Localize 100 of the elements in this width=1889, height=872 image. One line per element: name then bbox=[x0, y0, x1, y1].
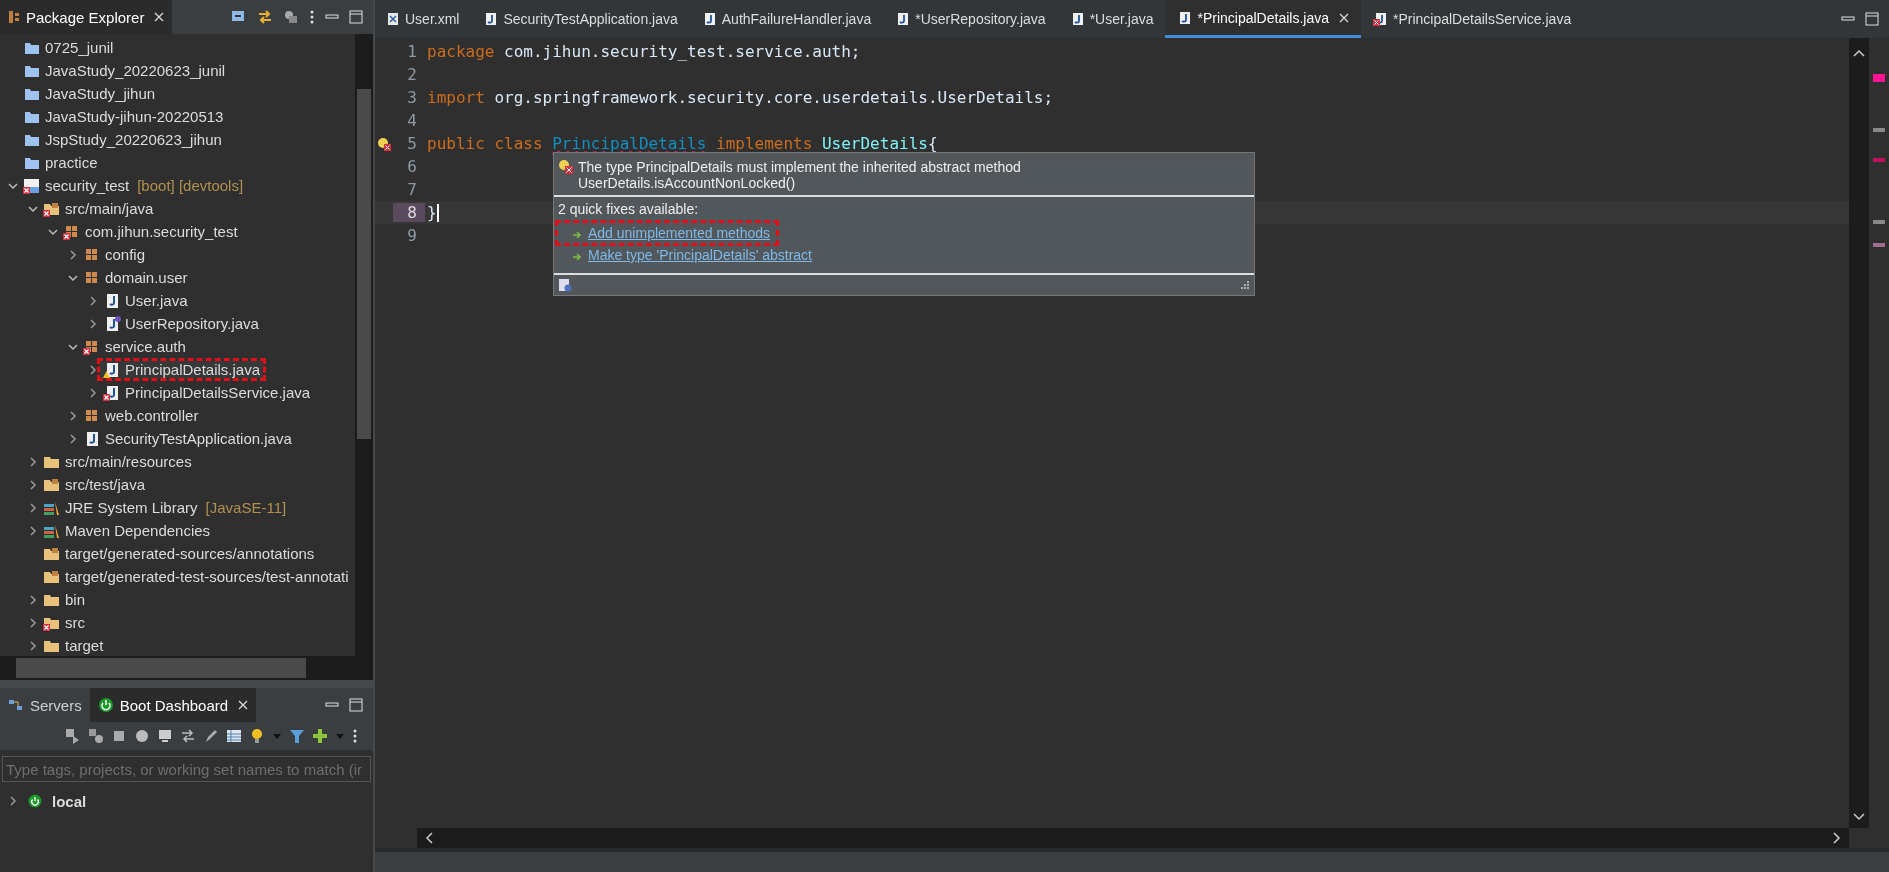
quick-fix-row[interactable]: Make type 'PrincipalDetails' abstract bbox=[558, 245, 818, 265]
menu-icon[interactable] bbox=[352, 728, 358, 744]
tree-item[interactable]: service.auth bbox=[105, 338, 186, 355]
tree-item[interactable]: bin bbox=[65, 591, 86, 608]
close-icon[interactable] bbox=[238, 700, 249, 710]
source-folder-icon bbox=[43, 476, 61, 493]
filter-field[interactable]: Type tags, projects, or working set names to match (ir bbox=[2, 756, 371, 782]
vertical-scrollbar[interactable] bbox=[355, 34, 373, 656]
tree-item[interactable]: PrincipalDetails.java bbox=[125, 361, 261, 378]
tree-item[interactable]: local bbox=[52, 792, 87, 810]
power-icon bbox=[97, 697, 114, 713]
tree-item[interactable]: domain.user bbox=[105, 269, 188, 286]
link-arrows-icon[interactable] bbox=[257, 10, 273, 24]
line-number: 9 bbox=[406, 226, 418, 245]
monitor-icon[interactable] bbox=[157, 728, 173, 744]
editor-tab[interactable]: *PrincipalDetailsService.java bbox=[1361, 0, 1584, 38]
arrow-icon bbox=[572, 228, 582, 238]
maximize-icon[interactable] bbox=[349, 10, 363, 24]
tree-item[interactable]: JspStudy_20220623_jihun bbox=[45, 131, 222, 148]
source-folder-icon bbox=[43, 568, 61, 585]
tree-item[interactable]: security_test bbox=[45, 177, 130, 194]
source-folder-icon bbox=[43, 545, 61, 562]
editor-tab[interactable]: *UserRepository.java bbox=[883, 0, 1058, 38]
line-number: 8 bbox=[393, 203, 425, 222]
code-line: import org.springframework.security.core.userdetails.UserDetails; bbox=[426, 88, 1054, 107]
xml-file-icon bbox=[387, 12, 399, 26]
tree-item[interactable]: practice bbox=[45, 154, 98, 171]
tree-item[interactable]: target/generated-sources/annotations bbox=[65, 545, 315, 562]
line-number: 3 bbox=[406, 88, 418, 107]
text-cursor bbox=[436, 203, 439, 222]
java-file-icon bbox=[1373, 12, 1387, 26]
filter-icon[interactable] bbox=[283, 10, 299, 24]
tree-item[interactable]: src/main/java bbox=[65, 200, 154, 217]
close-icon[interactable] bbox=[154, 12, 165, 22]
settings-icon[interactable] bbox=[558, 278, 572, 292]
tree-item[interactable]: web.controller bbox=[105, 407, 199, 424]
editor-tab[interactable]: User.xml bbox=[375, 0, 472, 38]
plus-icon[interactable] bbox=[312, 728, 328, 744]
line-number: 6 bbox=[406, 157, 418, 176]
quick-fix-link[interactable]: Make type 'PrincipalDetails' abstract bbox=[588, 247, 812, 263]
tree-item[interactable]: JavaStudy_20220623_junil bbox=[45, 62, 226, 79]
view-tab[interactable]: Boot Dashboard bbox=[89, 688, 257, 722]
code-line: } bbox=[426, 203, 437, 222]
close-icon[interactable] bbox=[1339, 12, 1349, 23]
tree-item[interactable]: src/test/java bbox=[65, 476, 146, 493]
quick-fix-row[interactable]: Add unimplemented methods bbox=[558, 223, 777, 243]
tree-item[interactable]: com.jihun.security_test bbox=[85, 223, 238, 240]
bulb-icon[interactable] bbox=[249, 728, 265, 744]
package-icon bbox=[8, 10, 20, 24]
tree-item[interactable]: src/main/resources bbox=[65, 453, 192, 470]
tree-item[interactable]: SecurityTestApplication.java bbox=[105, 430, 292, 447]
start-icon[interactable] bbox=[65, 728, 81, 744]
java-file-icon bbox=[895, 12, 910, 26]
tree-item[interactable]: JavaStudy_jihun bbox=[45, 85, 156, 102]
editor-tab[interactable]: SecurityTestApplication.java bbox=[471, 0, 690, 38]
maximize-icon[interactable] bbox=[1865, 12, 1879, 26]
swap-arrows-icon[interactable] bbox=[180, 728, 196, 744]
view-tab[interactable]: Servers bbox=[0, 688, 90, 722]
error-bulb-icon bbox=[558, 159, 574, 175]
tree-item[interactable]: JavaStudy-jihun-20220513 bbox=[45, 108, 224, 125]
tree-item[interactable]: PrincipalDetailsService.java bbox=[125, 384, 311, 401]
code-line: package com.jihun.security_test.service.auth; bbox=[426, 42, 861, 61]
vertical-scrollbar[interactable] bbox=[1849, 38, 1869, 828]
stop-icon[interactable] bbox=[111, 728, 127, 744]
problem-message: UserDetails.isAccountNonLocked() bbox=[578, 175, 797, 191]
filter-icon[interactable] bbox=[289, 728, 305, 744]
pencil-icon[interactable] bbox=[203, 728, 219, 744]
tree-item[interactable]: target/generated-test-sources/test-annotati bbox=[65, 568, 349, 585]
error-bulb-icon[interactable] bbox=[377, 136, 391, 151]
debug-icon[interactable] bbox=[88, 728, 104, 744]
menu-icon[interactable] bbox=[309, 10, 315, 24]
tree-item[interactable]: config bbox=[105, 246, 146, 263]
editor-tab[interactable]: *User.java bbox=[1057, 0, 1166, 38]
collapse-all-icon[interactable] bbox=[231, 10, 247, 24]
table-icon[interactable] bbox=[226, 728, 242, 744]
line-number: 2 bbox=[406, 65, 418, 84]
item-decoration: [JavaSE-11] bbox=[205, 499, 287, 516]
view-tab[interactable]: Package Explorer bbox=[0, 0, 173, 34]
tree-item[interactable]: Maven Dependencies bbox=[65, 522, 211, 539]
code-line: public class PrincipalDetails implements UserDetails{ bbox=[426, 134, 938, 153]
maximize-icon[interactable] bbox=[349, 698, 363, 712]
horizontal-scrollbar[interactable] bbox=[417, 828, 1849, 848]
tree-item[interactable]: src bbox=[65, 614, 85, 631]
tree-item[interactable]: target bbox=[65, 637, 104, 654]
item-decoration: [boot] [devtools] bbox=[137, 177, 244, 194]
tree-item[interactable]: 0725_junil bbox=[45, 39, 114, 56]
problem-message: The type PrincipalDetails must implement the inherited abstract method bbox=[578, 159, 1021, 175]
tree-item[interactable]: UserRepository.java bbox=[125, 315, 259, 332]
horizontal-scrollbar[interactable] bbox=[0, 656, 373, 680]
editor-tab[interactable]: *PrincipalDetails.java bbox=[1165, 0, 1361, 38]
editor-tab[interactable]: AuthFailureHandler.java bbox=[689, 0, 884, 38]
quick-fix-link[interactable]: Add unimplemented methods bbox=[588, 225, 771, 241]
power-icon bbox=[28, 794, 42, 808]
line-number: 7 bbox=[406, 180, 418, 199]
java-file-icon bbox=[1177, 10, 1192, 25]
circle-icon[interactable] bbox=[134, 728, 150, 744]
resize-grip-icon[interactable] bbox=[1240, 280, 1250, 290]
tree-item[interactable]: JRE System Library bbox=[65, 499, 198, 516]
line-number: 1 bbox=[406, 42, 418, 61]
tree-item[interactable]: User.java bbox=[125, 292, 188, 309]
